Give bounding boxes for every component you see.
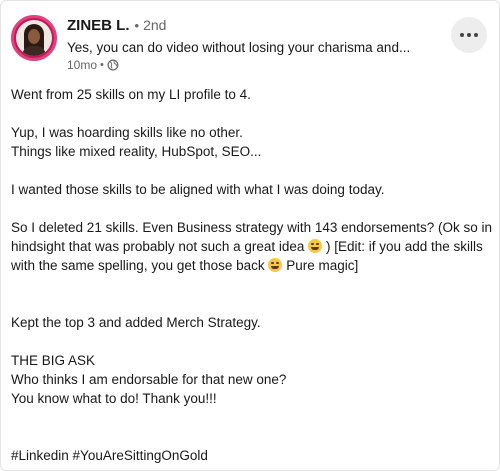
more-icon <box>460 33 478 37</box>
grinning-face-emoji-icon <box>268 258 283 272</box>
post-meta: 10mo • <box>67 58 119 72</box>
author-name-row: ZINEB L. • 2nd <box>67 17 166 35</box>
author-headline: Yes, you can do video without losing you… <box>67 40 411 55</box>
avatar-photo <box>16 20 52 56</box>
avatar[interactable] <box>11 15 57 61</box>
globe-icon <box>107 59 119 71</box>
post-body: Went from 25 skills on my LI profile to … <box>11 85 493 465</box>
post-line: You know what to do! Thank you!!! <box>11 391 217 406</box>
post-time: 10mo <box>67 58 98 72</box>
avatar-body <box>22 46 46 56</box>
name-separator: • <box>134 18 140 33</box>
winking-face-emoji-icon <box>308 239 323 253</box>
author-name[interactable]: ZINEB L. <box>67 17 130 34</box>
meta-separator: • <box>100 59 104 71</box>
post-card: ZINEB L. • 2nd Yes, you can do video wit… <box>0 0 500 471</box>
post-line: Things like mixed reality, HubSpot, SEO.… <box>11 144 262 159</box>
post-line: THE BIG ASK <box>11 353 96 368</box>
post-line: Yup, I was hoarding skills like no other… <box>11 125 243 140</box>
connection-degree: 2nd <box>143 17 167 33</box>
post-line: Kept the top 3 and added Merch Strategy. <box>11 315 261 330</box>
post-text: Pure magic] <box>286 258 359 273</box>
post-text: hindsight that was probably not such a g… <box>11 239 305 254</box>
hashtags[interactable]: #Linkedin #YouAreSittingOnGold <box>11 446 493 465</box>
post-header: ZINEB L. • 2nd Yes, you can do video wit… <box>11 15 491 72</box>
post-text: ) [Edit: if you add the skills <box>325 239 483 254</box>
post-line: with the same spelling, you get those ba… <box>11 256 493 275</box>
post-line: Who thinks I am endorsable for that new … <box>11 372 287 387</box>
more-options-button[interactable] <box>451 17 487 53</box>
post-text: with the same spelling, you get those ba… <box>11 258 265 273</box>
post-line: I wanted those skills to be aligned with… <box>11 182 385 197</box>
post-line: hindsight that was probably not such a g… <box>11 237 493 256</box>
avatar-face <box>28 29 40 44</box>
post-line: So I deleted 21 skills. Even Business st… <box>11 220 492 235</box>
post-line: Went from 25 skills on my LI profile to … <box>11 87 251 102</box>
